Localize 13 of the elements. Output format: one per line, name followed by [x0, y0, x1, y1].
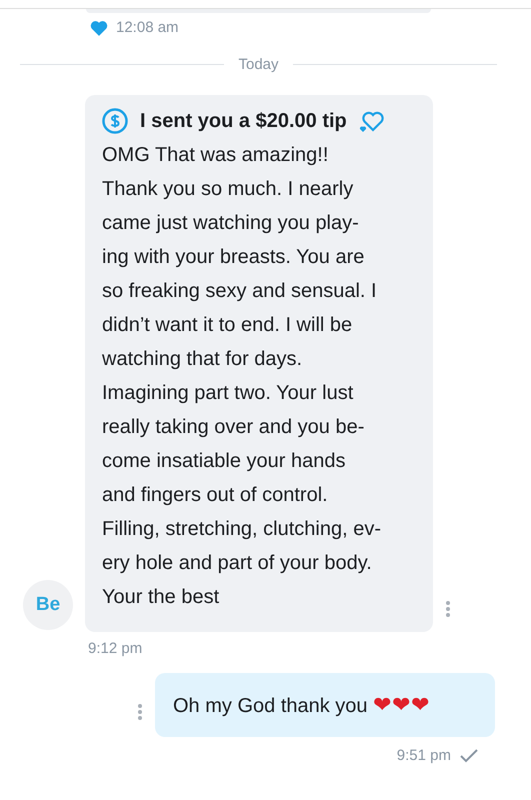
message-time: 9:51 pm — [396, 747, 451, 764]
tip-text: I sent you a $20.00 tip — [140, 110, 347, 132]
avatar[interactable]: Be — [23, 580, 73, 630]
more-options-icon[interactable] — [137, 703, 143, 721]
message-text: OMG That was amazing!! Thank you so much. I nearly came just watching you play- ing with your breasts. You are so freaking sexy and sensual. I didn’t want it to end. I will be watching that for days. Imagining part two. Your lust really taking over and you be- come insatiable your hands and fingers out of control. Filling, stretching, clutching, ev- ery hole and part of your body. Your the best — [102, 143, 382, 610]
dollar-coin-icon — [102, 108, 128, 134]
message-time: 12:08 am — [116, 19, 179, 36]
date-divider: Today — [238, 56, 279, 73]
heart-icon[interactable] — [90, 20, 108, 36]
hearts-icon[interactable] — [358, 109, 385, 133]
message-text: Oh my God thank you ❤❤❤ — [173, 695, 430, 717]
more-options-icon[interactable] — [445, 600, 451, 618]
message-time: 9:12 pm — [88, 640, 142, 657]
